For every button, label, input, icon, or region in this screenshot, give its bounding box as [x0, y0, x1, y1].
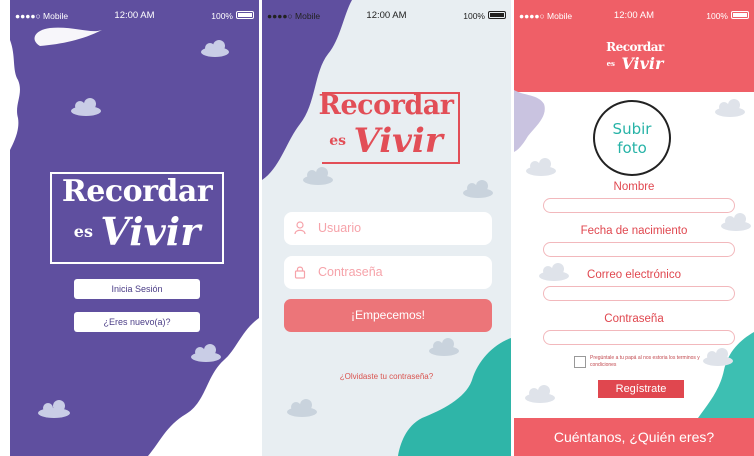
status-bar: ●●●●○ Mobile 12:00 AM 100% — [514, 0, 754, 30]
name-input[interactable] — [543, 198, 735, 213]
email-input[interactable] — [543, 286, 735, 301]
battery-icon — [236, 11, 254, 19]
upload-photo-label-line1: Subir — [612, 120, 652, 138]
terms-checkbox[interactable] — [574, 356, 586, 368]
battery-percent: 100% — [463, 11, 485, 21]
status-bar: ●●●●○ Mobile 12:00 AM 100% — [262, 0, 511, 30]
password-label: Contraseña — [604, 313, 664, 325]
logo-word-vivir: Vivir — [353, 121, 443, 161]
start-button[interactable]: ¡Empecemos! — [284, 299, 492, 332]
forgot-password-link[interactable]: ¿Olvidaste tu contraseña? — [262, 372, 511, 381]
welcome-screen: ●●●●○ Mobile 12:00 AM 100% Recordar es V… — [10, 0, 259, 456]
logo-word-es: es — [606, 59, 615, 68]
password-input[interactable] — [543, 330, 735, 345]
logo-word-recordar: Recordar — [61, 174, 213, 209]
terms-text: Pregúntale a tu papá al nos estoria los … — [590, 355, 700, 368]
name-label: Nombre — [613, 181, 655, 193]
birthdate-label: Fecha de nacimiento — [580, 225, 688, 237]
logo-word-recordar: Recordar — [606, 40, 664, 54]
logo-word-vivir: Vivir — [621, 54, 664, 73]
new-user-button[interactable]: ¿Eres nuevo(a)? — [74, 312, 200, 332]
logo-word-vivir: Vivir — [100, 209, 201, 254]
register-screen: ●●●●○ Mobile 12:00 AM 100% Recordar es V… — [514, 0, 754, 456]
logo-word-es: es — [73, 222, 93, 241]
app-logo: Recordar es Vivir — [598, 40, 672, 73]
user-icon — [294, 221, 306, 235]
logo-word-recordar: Recordar — [318, 90, 454, 121]
lock-icon — [294, 265, 306, 279]
email-label: Correo electrónico — [587, 269, 681, 281]
battery-icon — [731, 11, 749, 19]
password-placeholder: Contraseña — [318, 265, 383, 279]
app-logo: Recordar es Vivir — [46, 174, 228, 254]
username-placeholder: Usuario — [318, 221, 362, 235]
app-logo: Recordar es Vivir — [306, 90, 466, 161]
username-field[interactable]: Usuario — [284, 212, 492, 245]
battery-percent: 100% — [211, 11, 233, 21]
battery-percent: 100% — [706, 11, 728, 21]
upload-photo-button[interactable]: Subir foto — [593, 100, 671, 176]
login-button[interactable]: Inicia Sesión — [74, 279, 200, 299]
birthdate-input[interactable] — [543, 242, 735, 257]
status-bar: ●●●●○ Mobile 12:00 AM 100% — [10, 0, 259, 30]
upload-photo-label-line2: foto — [617, 139, 647, 157]
logo-word-es: es — [329, 133, 347, 149]
register-button[interactable]: Regístrate — [598, 380, 684, 398]
battery-icon — [488, 11, 506, 19]
login-screen: ●●●●○ Mobile 12:00 AM 100% Recordar es V… — [262, 0, 511, 456]
footer-banner: Cuéntanos, ¿Quién eres? — [514, 418, 754, 456]
password-field[interactable]: Contraseña — [284, 256, 492, 289]
